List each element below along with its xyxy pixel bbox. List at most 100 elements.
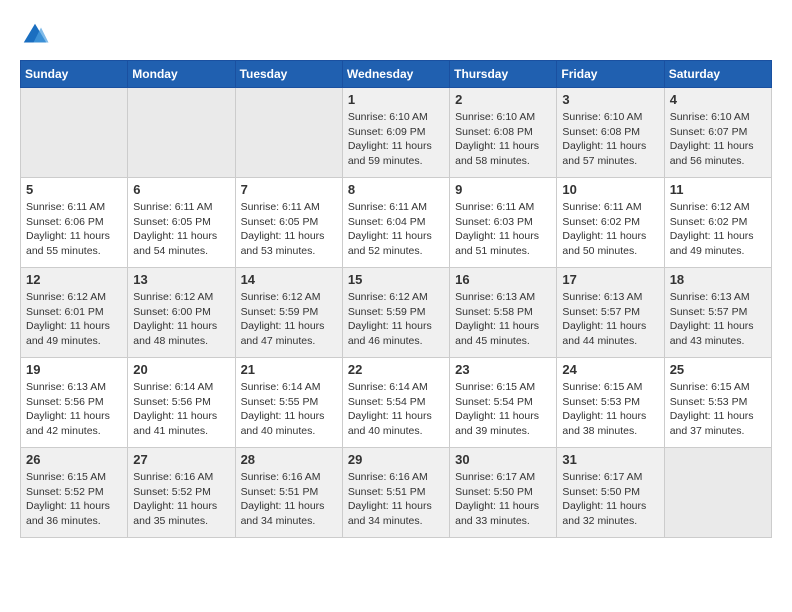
week-row-4: 19 Sunrise: 6:13 AMSunset: 5:56 PMDayligh… [21,358,772,448]
calendar-cell: 9 Sunrise: 6:11 AMSunset: 6:03 PMDaylight… [450,178,557,268]
day-number: 14 [241,272,337,287]
calendar-cell: 10 Sunrise: 6:11 AMSunset: 6:02 PMDayligh… [557,178,664,268]
calendar-body: 1Sunrise: 6:10 AMSunset: 6:09 PMDaylight… [21,88,772,538]
calendar-cell: 30 Sunrise: 6:17 AMSunset: 5:50 PMDayligh… [450,448,557,538]
calendar-cell [664,448,771,538]
day-info: Sunrise: 6:10 AMSunset: 6:08 PMDaylight:… [455,110,551,169]
header [20,20,772,50]
day-number: 25 [670,362,766,377]
day-number: 28 [241,452,337,467]
day-number: 24 [562,362,658,377]
day-info: Sunrise: 6:12 AMSunset: 6:00 PMDaylight:… [133,290,229,349]
day-number: 15 [348,272,444,287]
header-tuesday: Tuesday [235,61,342,88]
header-thursday: Thursday [450,61,557,88]
calendar-cell: 23Sunrise: 6:15 AMSunset: 5:54 PMDayligh… [450,358,557,448]
day-number: 10 [562,182,658,197]
calendar-cell: 21 Sunrise: 6:14 AMSunset: 5:55 PMDayligh… [235,358,342,448]
header-saturday: Saturday [664,61,771,88]
day-number: 31 [562,452,658,467]
week-row-1: 1Sunrise: 6:10 AMSunset: 6:09 PMDaylight… [21,88,772,178]
calendar-cell [21,88,128,178]
calendar-cell: 26Sunrise: 6:15 AMSunset: 5:52 PMDayligh… [21,448,128,538]
day-number: 4 [670,92,766,107]
day-info: Sunrise: 6:14 AMSunset: 5:55 PMDaylight:… [241,380,337,439]
day-number: 11 [670,182,766,197]
calendar-cell: 18Sunrise: 6:13 AMSunset: 5:57 PMDayligh… [664,268,771,358]
calendar-header: SundayMondayTuesdayWednesdayThursdayFrid… [21,61,772,88]
calendar-cell [128,88,235,178]
day-number: 26 [26,452,122,467]
calendar-cell: 27Sunrise: 6:16 AMSunset: 5:52 PMDayligh… [128,448,235,538]
day-number: 21 [241,362,337,377]
day-info: Sunrise: 6:10 AMSunset: 6:08 PMDaylight:… [562,110,658,169]
calendar-cell: 4 Sunrise: 6:10 AMSunset: 6:07 PMDaylight… [664,88,771,178]
calendar-cell: 29 Sunrise: 6:16 AMSunset: 5:51 PMDayligh… [342,448,449,538]
day-info: Sunrise: 6:12 AMSunset: 5:59 PMDaylight:… [241,290,337,349]
day-info: Sunrise: 6:17 AMSunset: 5:50 PMDaylight:… [455,470,551,529]
week-row-2: 5 Sunrise: 6:11 AMSunset: 6:06 PMDaylight… [21,178,772,268]
calendar-cell: 6 Sunrise: 6:11 AMSunset: 6:05 PMDaylight… [128,178,235,268]
calendar-cell: 31 Sunrise: 6:17 AMSunset: 5:50 PMDayligh… [557,448,664,538]
day-number: 2 [455,92,551,107]
calendar-cell: 19 Sunrise: 6:13 AMSunset: 5:56 PMDayligh… [21,358,128,448]
header-sunday: Sunday [21,61,128,88]
calendar-cell: 8Sunrise: 6:11 AMSunset: 6:04 PMDaylight… [342,178,449,268]
day-number: 13 [133,272,229,287]
day-info: Sunrise: 6:12 AMSunset: 5:59 PMDaylight:… [348,290,444,349]
day-number: 30 [455,452,551,467]
day-number: 6 [133,182,229,197]
calendar-cell: 17 Sunrise: 6:13 AMSunset: 5:57 PMDayligh… [557,268,664,358]
day-info: Sunrise: 6:13 AMSunset: 5:56 PMDaylight:… [26,380,122,439]
day-number: 20 [133,362,229,377]
day-info: Sunrise: 6:12 AMSunset: 6:01 PMDaylight:… [26,290,122,349]
day-info: Sunrise: 6:14 AMSunset: 5:54 PMDaylight:… [348,380,444,439]
calendar-cell: 13 Sunrise: 6:12 AMSunset: 6:00 PMDayligh… [128,268,235,358]
calendar-cell: 7Sunrise: 6:11 AMSunset: 6:05 PMDaylight… [235,178,342,268]
calendar-cell: 20 Sunrise: 6:14 AMSunset: 5:56 PMDayligh… [128,358,235,448]
day-number: 1 [348,92,444,107]
day-info: Sunrise: 6:17 AMSunset: 5:50 PMDaylight:… [562,470,658,529]
day-info: Sunrise: 6:13 AMSunset: 5:57 PMDaylight:… [562,290,658,349]
day-number: 9 [455,182,551,197]
day-info: Sunrise: 6:16 AMSunset: 5:51 PMDaylight:… [241,470,337,529]
header-friday: Friday [557,61,664,88]
calendar-cell: 2 Sunrise: 6:10 AMSunset: 6:08 PMDaylight… [450,88,557,178]
day-number: 17 [562,272,658,287]
calendar-cell: 12 Sunrise: 6:12 AMSunset: 6:01 PMDayligh… [21,268,128,358]
calendar-cell: 1Sunrise: 6:10 AMSunset: 6:09 PMDaylight… [342,88,449,178]
day-number: 16 [455,272,551,287]
day-number: 3 [562,92,658,107]
logo-icon [20,20,50,50]
logo [20,20,56,50]
day-info: Sunrise: 6:16 AMSunset: 5:52 PMDaylight:… [133,470,229,529]
day-info: Sunrise: 6:12 AMSunset: 6:02 PMDaylight:… [670,200,766,259]
day-info: Sunrise: 6:15 AMSunset: 5:54 PMDaylight:… [455,380,551,439]
day-number: 5 [26,182,122,197]
day-number: 29 [348,452,444,467]
calendar-cell: 22 Sunrise: 6:14 AMSunset: 5:54 PMDayligh… [342,358,449,448]
calendar-cell: 25 Sunrise: 6:15 AMSunset: 5:53 PMDayligh… [664,358,771,448]
calendar-cell: 5 Sunrise: 6:11 AMSunset: 6:06 PMDaylight… [21,178,128,268]
calendar-cell: 11 Sunrise: 6:12 AMSunset: 6:02 PMDayligh… [664,178,771,268]
day-info: Sunrise: 6:11 AMSunset: 6:03 PMDaylight:… [455,200,551,259]
week-row-3: 12 Sunrise: 6:12 AMSunset: 6:01 PMDayligh… [21,268,772,358]
day-info: Sunrise: 6:14 AMSunset: 5:56 PMDaylight:… [133,380,229,439]
day-number: 19 [26,362,122,377]
calendar-cell: 16 Sunrise: 6:13 AMSunset: 5:58 PMDayligh… [450,268,557,358]
day-number: 22 [348,362,444,377]
day-info: Sunrise: 6:11 AMSunset: 6:06 PMDaylight:… [26,200,122,259]
calendar-cell: 15 Sunrise: 6:12 AMSunset: 5:59 PMDayligh… [342,268,449,358]
header-monday: Monday [128,61,235,88]
day-info: Sunrise: 6:15 AMSunset: 5:53 PMDaylight:… [670,380,766,439]
day-info: Sunrise: 6:13 AMSunset: 5:57 PMDaylight:… [670,290,766,349]
day-number: 12 [26,272,122,287]
day-info: Sunrise: 6:13 AMSunset: 5:58 PMDaylight:… [455,290,551,349]
day-number: 8 [348,182,444,197]
header-wednesday: Wednesday [342,61,449,88]
day-info: Sunrise: 6:10 AMSunset: 6:07 PMDaylight:… [670,110,766,169]
day-info: Sunrise: 6:11 AMSunset: 6:05 PMDaylight:… [241,200,337,259]
day-info: Sunrise: 6:16 AMSunset: 5:51 PMDaylight:… [348,470,444,529]
day-info: Sunrise: 6:11 AMSunset: 6:02 PMDaylight:… [562,200,658,259]
day-info: Sunrise: 6:11 AMSunset: 6:05 PMDaylight:… [133,200,229,259]
